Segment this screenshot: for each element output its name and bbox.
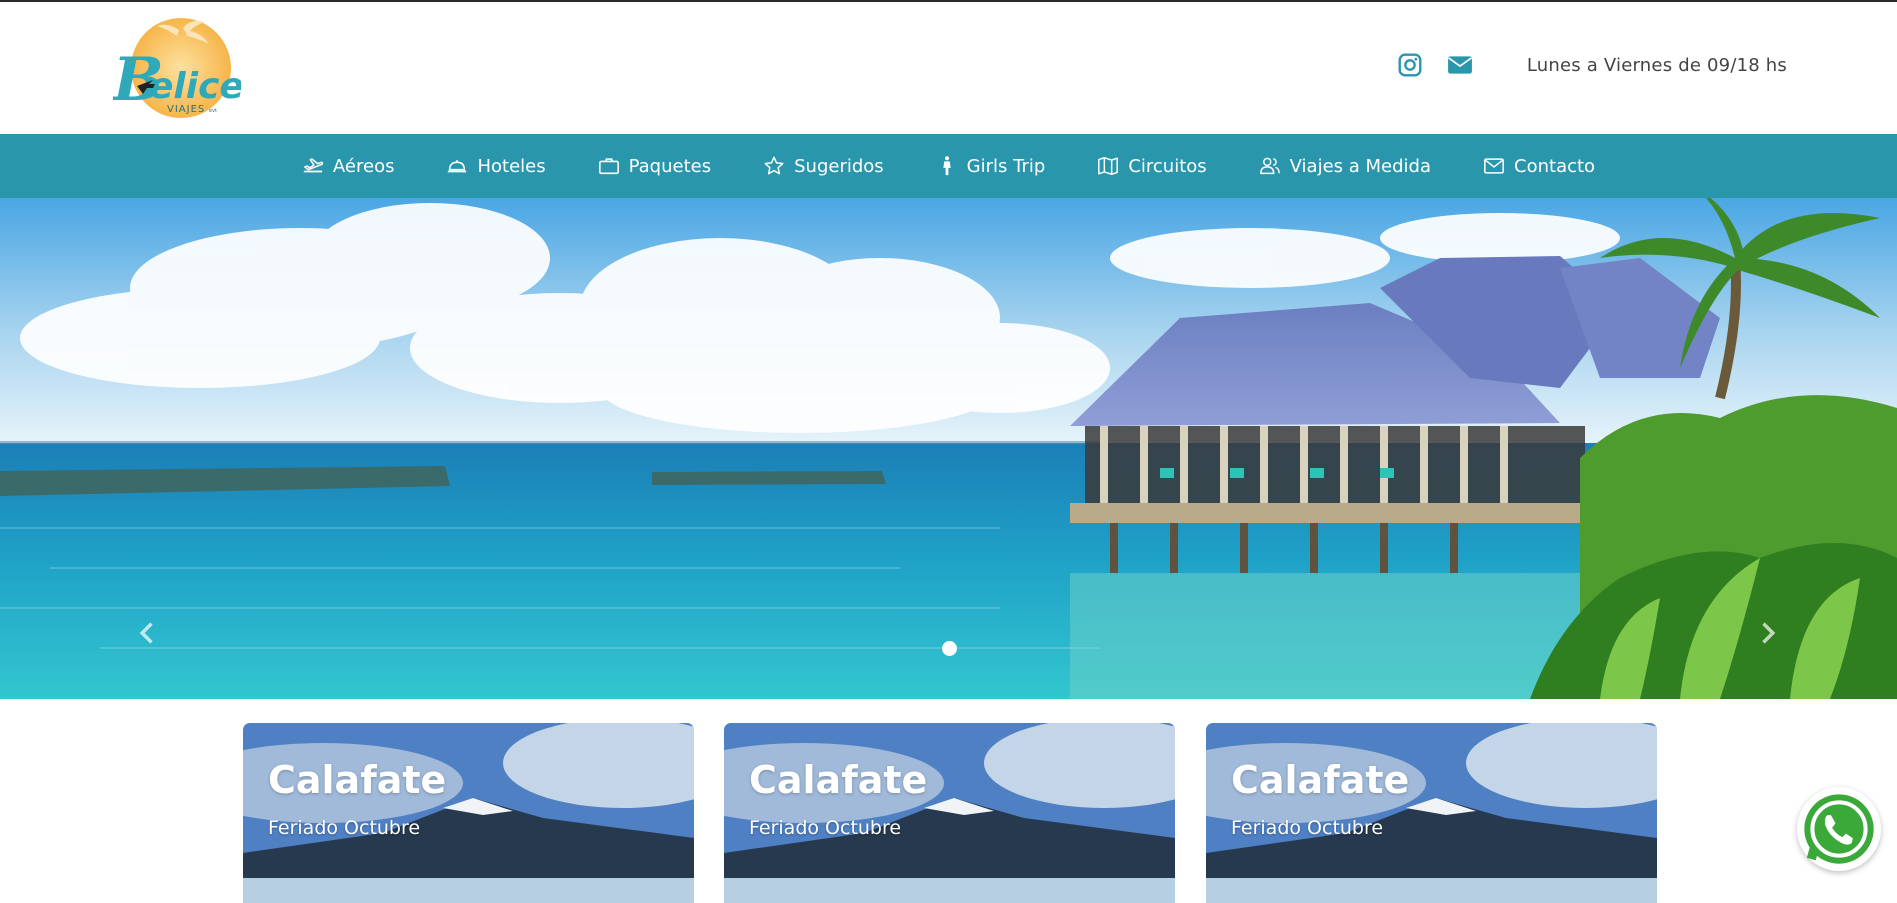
nav-item-contacto[interactable]: Contacto bbox=[1483, 155, 1595, 177]
nav-label: Girls Trip bbox=[966, 155, 1046, 177]
offer-card[interactable]: Calafate Feriado Octubre bbox=[724, 723, 1175, 903]
hero-image bbox=[0, 198, 1897, 699]
svg-text:VIAJES: VIAJES bbox=[167, 104, 205, 115]
card-image bbox=[1206, 723, 1657, 903]
instagram-icon[interactable] bbox=[1397, 52, 1423, 78]
svg-text:elice: elice bbox=[149, 66, 241, 107]
whatsapp-button[interactable] bbox=[1797, 787, 1881, 871]
header-contact: Lunes a Viernes de 09/18 hs bbox=[1397, 52, 1787, 78]
card-image bbox=[243, 723, 694, 903]
nav-label: Sugeridos bbox=[794, 155, 884, 177]
chevron-left-icon bbox=[139, 622, 153, 644]
plane-departure-icon bbox=[302, 155, 324, 177]
nav-item-girls-trip[interactable]: Girls Trip bbox=[936, 155, 1046, 177]
nav-label: Contacto bbox=[1514, 155, 1596, 177]
svg-text:evt: evt bbox=[209, 108, 217, 114]
belice-logo[interactable]: B elice VIAJES evt bbox=[113, 18, 241, 122]
offer-card[interactable]: Calafate Feriado Octubre bbox=[1206, 723, 1657, 903]
users-icon bbox=[1259, 155, 1281, 177]
logo-graphic: B elice VIAJES evt bbox=[113, 18, 241, 118]
offer-card[interactable]: Calafate Feriado Octubre bbox=[243, 723, 694, 903]
nav-label: Aéreos bbox=[332, 155, 395, 177]
suitcase-icon bbox=[598, 155, 620, 177]
nav-label: Circuitos bbox=[1128, 155, 1207, 177]
nav-item-hoteles[interactable]: Hoteles bbox=[446, 155, 546, 177]
nav-item-aereos[interactable]: Aéreos bbox=[302, 155, 395, 177]
envelope-icon[interactable] bbox=[1447, 52, 1473, 78]
nav-item-circuitos[interactable]: Circuitos bbox=[1097, 155, 1207, 177]
nav-label: Hoteles bbox=[477, 155, 546, 177]
nav-label: Viajes a Medida bbox=[1289, 155, 1432, 177]
main-nav: Aéreos Hoteles Paquetes Sugeridos Girls … bbox=[0, 134, 1897, 198]
card-subtitle: Feriado Octubre bbox=[1231, 817, 1384, 839]
site-header: B elice VIAJES evt Lunes a Viernes de 09… bbox=[0, 2, 1897, 134]
bell-icon bbox=[446, 155, 468, 177]
nav-label: Paquetes bbox=[628, 155, 712, 177]
nav-item-paquetes[interactable]: Paquetes bbox=[598, 155, 712, 177]
offers-grid: Calafate Feriado Octubre Calafate Feriad… bbox=[0, 723, 1897, 903]
carousel-prev-button[interactable] bbox=[128, 613, 168, 653]
whatsapp-icon bbox=[1804, 794, 1874, 864]
card-subtitle: Feriado Octubre bbox=[749, 817, 902, 839]
card-subtitle: Feriado Octubre bbox=[268, 817, 421, 839]
female-icon bbox=[936, 155, 958, 177]
card-title: Calafate bbox=[1231, 758, 1410, 802]
map-icon bbox=[1097, 155, 1119, 177]
mail-icon bbox=[1483, 155, 1505, 177]
nav-item-sugeridos[interactable]: Sugeridos bbox=[763, 155, 884, 177]
star-icon bbox=[763, 155, 785, 177]
carousel-next-button[interactable] bbox=[1747, 613, 1787, 653]
nav-item-viajes-a-medida[interactable]: Viajes a Medida bbox=[1259, 155, 1431, 177]
opening-hours: Lunes a Viernes de 09/18 hs bbox=[1526, 54, 1787, 76]
hero-carousel bbox=[0, 198, 1897, 699]
card-title: Calafate bbox=[749, 758, 928, 802]
carousel-indicator-dot[interactable] bbox=[942, 641, 957, 656]
chevron-right-icon bbox=[1762, 622, 1776, 644]
card-image bbox=[724, 723, 1175, 903]
card-title: Calafate bbox=[268, 758, 447, 802]
